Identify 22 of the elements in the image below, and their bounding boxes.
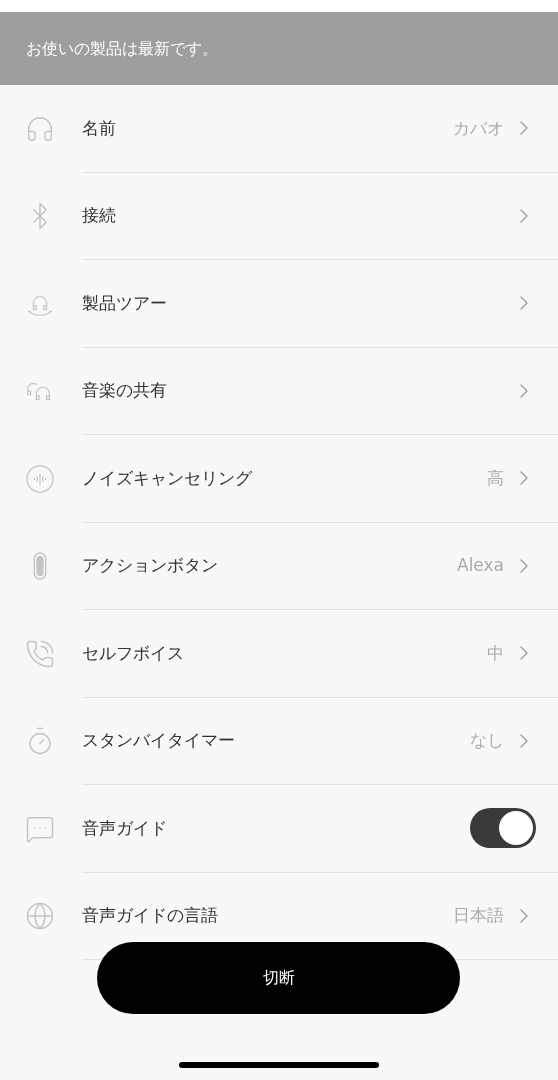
toggle-switch[interactable] — [470, 808, 536, 849]
setting-label: 接続 — [82, 204, 117, 227]
disconnect-button[interactable]: 切断 — [97, 942, 460, 1014]
setting-label: セルフボイス — [82, 641, 185, 665]
setting-label: アクションボタン — [82, 554, 219, 577]
setting-label: 音声ガイドの言語 — [82, 904, 219, 927]
setting-value: 日本語 — [453, 904, 504, 927]
setting-value: カバオ — [453, 116, 504, 140]
setting-label: 音楽の共有 — [82, 379, 168, 402]
setting-label: 音声ガイド — [82, 816, 168, 840]
setting-label: 製品ツアー — [82, 291, 168, 315]
sound-wave-icon — [25, 463, 55, 494]
setting-value: Alexa — [457, 554, 504, 577]
setting-label: ノイズキャンセリング — [82, 466, 253, 490]
banner-text: お使いの製品は最新です。 — [26, 37, 218, 60]
globe-icon — [25, 901, 55, 932]
setting-value: なし — [470, 729, 504, 752]
setting-value: 高 — [487, 466, 504, 490]
setting-label: スタンバイタイマー — [82, 729, 236, 752]
setting-value: 中 — [487, 641, 504, 665]
phone-call-icon — [25, 638, 55, 669]
setting-label: 名前 — [82, 116, 117, 140]
